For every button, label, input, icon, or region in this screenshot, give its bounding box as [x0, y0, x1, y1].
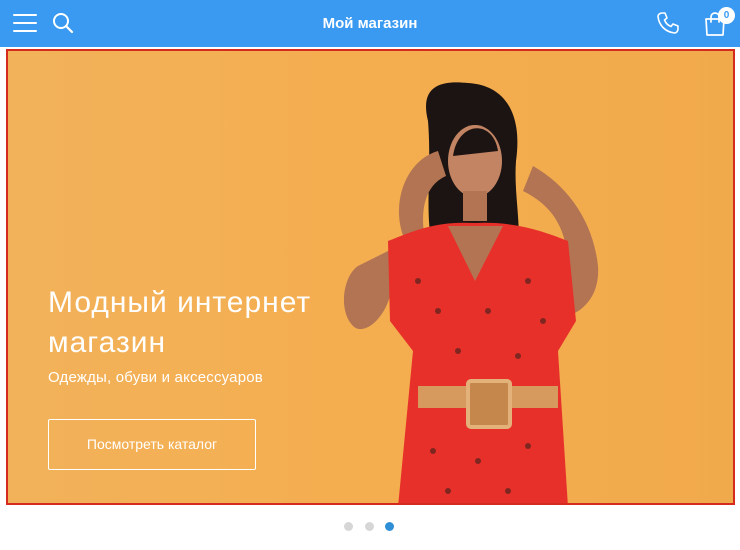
hero-subtitle: Одежды, обуви и аксессуаров [48, 369, 263, 386]
store-title: Мой магазин [322, 15, 418, 32]
hero-slide[interactable]: Модный интернет магазин Одежды, обуви и … [6, 49, 735, 505]
model-photo [343, 82, 599, 503]
slider-dot-1[interactable] [344, 522, 353, 531]
slider-dot-3[interactable] [385, 522, 394, 531]
search-icon[interactable] [52, 12, 74, 34]
menu-icon[interactable] [13, 14, 37, 32]
hero-heading: Модный интернет магазин [48, 286, 312, 359]
phone-icon[interactable] [656, 11, 680, 35]
view-catalog-button[interactable]: Посмотреть каталог [48, 419, 256, 470]
top-header: Мой магазин 0 [0, 0, 740, 47]
cart-count-badge: 0 [718, 7, 735, 24]
slider-dot-2[interactable] [365, 522, 374, 531]
slider-dots [0, 520, 740, 534]
